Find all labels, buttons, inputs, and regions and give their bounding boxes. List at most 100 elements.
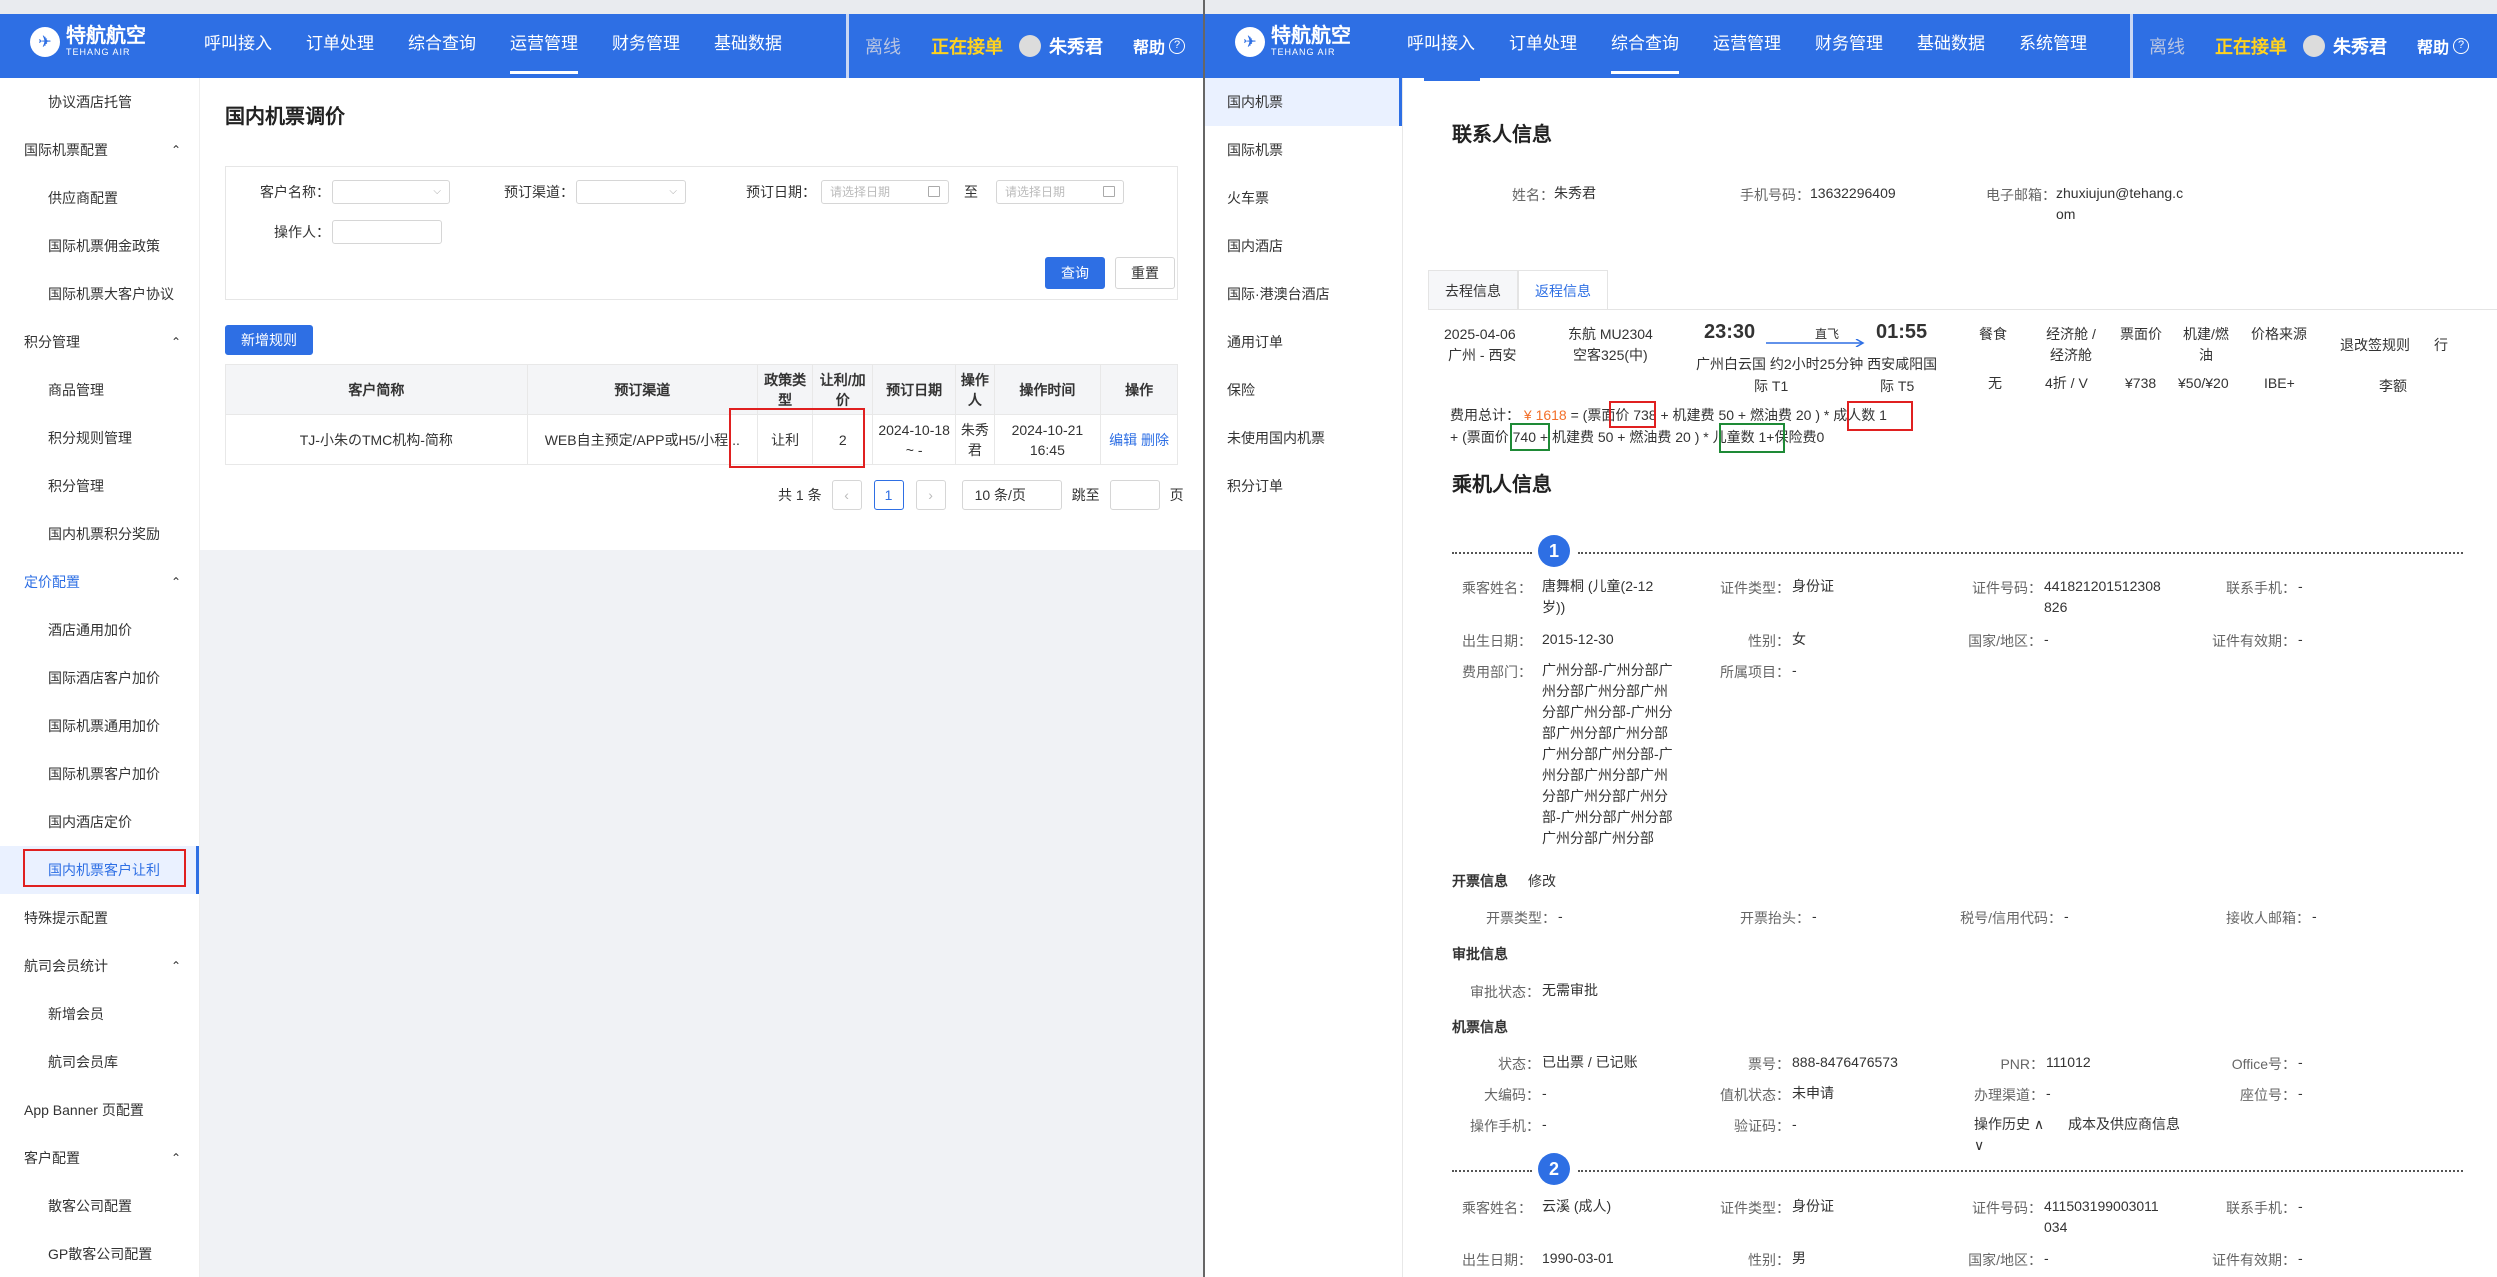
sidebar-item-23[interactable]: 散客公司配置 [0, 1182, 199, 1230]
sidebar-item-19[interactable]: 新增会员 [0, 990, 199, 1038]
menu-item-1[interactable]: 订单处理 [289, 14, 391, 78]
sidebar-item-13[interactable]: 国际机票通用加价 [0, 702, 199, 750]
side-item-4[interactable]: 国际·港澳台酒店 [1205, 270, 1402, 318]
offline-status[interactable]: 离线 [2149, 33, 2185, 59]
side-item-3[interactable]: 国内酒店 [1205, 222, 1402, 270]
online-status[interactable]: 正在接单 [931, 33, 1003, 59]
ticket-state: 已出票 / 已记账 [1542, 1054, 1638, 1070]
sidebar-group-21[interactable]: App Banner 页配置 [0, 1086, 199, 1134]
history-link[interactable]: 操作历史 ∧ ∨ [1974, 1114, 2044, 1156]
end-date-input[interactable]: 请选择日期 [996, 180, 1124, 204]
menu-item-1[interactable]: 订单处理 [1492, 14, 1594, 78]
invoice-edit-link[interactable]: 修改 [1528, 871, 1556, 892]
edit-link[interactable]: 编辑 [1109, 432, 1137, 448]
side-item-8[interactable]: 积分订单 [1205, 462, 1402, 510]
sidebar-group-10[interactable]: 定价配置 ⌃ [0, 558, 199, 606]
sidebar-item-20[interactable]: 航司会员库 [0, 1038, 199, 1086]
handle-channel-key: 办理渠道： [1974, 1087, 2044, 1103]
sidebar-group-18[interactable]: 航司会员统计 ⌃ [0, 942, 199, 990]
menu-item-4[interactable]: 财务管理 [1798, 14, 1900, 78]
menu-item-3[interactable]: 运营管理 [493, 14, 595, 78]
menu-item-5[interactable]: 基础数据 [697, 14, 799, 78]
passenger-number: 1 [1538, 535, 1570, 567]
sidebar-item-6[interactable]: 商品管理 [0, 366, 199, 414]
sidebar-item-11[interactable]: 酒店通用加价 [0, 606, 199, 654]
top-nav: ✈ 特航航空 TEHANG AIR 呼叫接入 订单处理 综合查询 运营管理 财务管理 基础… [1205, 14, 2497, 78]
delete-link[interactable]: 删除 [1141, 432, 1169, 448]
side-item-1[interactable]: 国际机票 [1205, 126, 1402, 174]
avatar[interactable] [2303, 35, 2325, 57]
start-date-input[interactable]: 请选择日期 [821, 180, 949, 204]
refund-rule-link[interactable]: 退改签规则 [2340, 335, 2410, 356]
menu-item-2[interactable]: 综合查询 [391, 14, 493, 78]
operator-input[interactable] [332, 220, 442, 244]
menu-item-5[interactable]: 基础数据 [1900, 14, 2002, 78]
op-mobile-key: 操作手机： [1470, 1118, 1540, 1134]
sidebar-item-0[interactable]: 协议酒店托管 [0, 78, 199, 126]
page-size-select[interactable]: 10 条/页 [961, 480, 1062, 510]
tax-header: 机建/燃油 [2183, 326, 2229, 363]
sidebar-item-2[interactable]: 供应商配置 [0, 174, 199, 222]
offline-status[interactable]: 离线 [865, 33, 901, 59]
menu-item-3[interactable]: 运营管理 [1696, 14, 1798, 78]
flight-duration: 广州白云国 约2小时25分钟 西安咸阳国 [1696, 356, 1938, 372]
sidebar-item-12[interactable]: 国际酒店客户加价 [0, 654, 199, 702]
user-name[interactable]: 朱秀君 [1049, 33, 1103, 59]
menu-item-6[interactable]: 系统管理 [2002, 14, 2104, 78]
luggage-link-2[interactable]: 李额 [2379, 376, 2407, 397]
sidebar-group-22[interactable]: 客户配置 ⌃ [0, 1134, 199, 1182]
sidebar-item-4[interactable]: 国际机票大客户协议 [0, 270, 199, 318]
p1-valid: - [2298, 631, 2303, 647]
goto-label: 跳至 [1071, 487, 1100, 503]
sidebar-item-24[interactable]: GP散客公司配置 [0, 1230, 199, 1277]
p2-gender-key: 性别： [1748, 1252, 1790, 1268]
help-link[interactable]: 帮助? [2417, 34, 2470, 58]
sidebar-item-14[interactable]: 国际机票客户加价 [0, 750, 199, 798]
invoice-type-key: 开票类型： [1486, 910, 1556, 926]
sidebar-item-8[interactable]: 积分管理 [0, 462, 199, 510]
menu-item-0[interactable]: 呼叫接入 [187, 14, 289, 78]
channel-select[interactable]: ⌵ [576, 180, 686, 204]
side-item-2[interactable]: 火车票 [1205, 174, 1402, 222]
menu-item-2[interactable]: 综合查询 [1594, 14, 1696, 78]
sidebar-item-15[interactable]: 国内酒店定价 [0, 798, 199, 846]
sidebar-group-5[interactable]: 积分管理 ⌃ [0, 318, 199, 366]
sidebar-item-3[interactable]: 国际机票佣金政策 [0, 222, 199, 270]
tab-return[interactable]: 返程信息 [1518, 270, 1608, 310]
tabs-divider [1428, 309, 2497, 310]
help-link[interactable]: 帮助? [1133, 34, 1186, 58]
menu-item-4[interactable]: 财务管理 [595, 14, 697, 78]
online-status[interactable]: 正在接单 [2215, 33, 2287, 59]
contact-email: zhuxiujun@tehang.c om [2056, 185, 2184, 222]
next-page-button[interactable]: › [915, 480, 946, 510]
th-op-time: 操作时间 [993, 364, 1102, 415]
verify-code-key: 验证码： [1734, 1118, 1790, 1134]
side-item-5[interactable]: 通用订单 [1205, 318, 1402, 366]
page-1-button[interactable]: 1 [873, 480, 904, 510]
goto-input[interactable] [1109, 480, 1160, 510]
query-button[interactable]: 查询 [1045, 257, 1105, 289]
add-rule-button[interactable]: 新增规则 [225, 325, 313, 355]
user-name[interactable]: 朱秀君 [2333, 33, 2387, 59]
filter-panel: 客户名称： ⌵ 预订渠道： ⌵ 预订日期： 请选择日期 至 请选择日期 操作人：… [225, 166, 1178, 300]
cost-supplier-link[interactable]: 成本及供应商信息 [2068, 1114, 2180, 1135]
side-item-6[interactable]: 保险 [1205, 366, 1402, 414]
sidebar-item-7[interactable]: 积分规则管理 [0, 414, 199, 462]
sidebar-group-17[interactable]: 特殊提示配置 [0, 894, 199, 942]
reset-button[interactable]: 重置 [1115, 257, 1175, 289]
avatar[interactable] [1019, 35, 1041, 57]
side-item-7[interactable]: 未使用国内机票 [1205, 414, 1402, 462]
calendar-icon [928, 186, 940, 197]
tab-outbound[interactable]: 去程信息 [1428, 270, 1518, 310]
aircraft-link[interactable]: 空客325(中) [1573, 345, 1648, 366]
sidebar-group-1[interactable]: 国际机票配置 ⌃ [0, 126, 199, 174]
side-item-0[interactable]: 国内机票 [1205, 78, 1402, 126]
menu-item-0[interactable]: 呼叫接入 [1390, 14, 1492, 78]
p1-country-key: 国家/地区： [1968, 633, 2042, 649]
sidebar-item-9[interactable]: 国内机票积分奖励 [0, 510, 199, 558]
prev-page-button[interactable]: ‹ [831, 480, 862, 510]
right-sidebar: 国内机票 国际机票 火车票 国内酒店 国际·港澳台酒店 通用订单 保险 未使用国内机票 积分订单 [1205, 78, 1403, 1277]
dep-time: 23:30 [1704, 321, 1756, 343]
customer-select[interactable]: ⌵ [332, 180, 450, 204]
luggage-link[interactable]: 行 [2434, 335, 2448, 356]
